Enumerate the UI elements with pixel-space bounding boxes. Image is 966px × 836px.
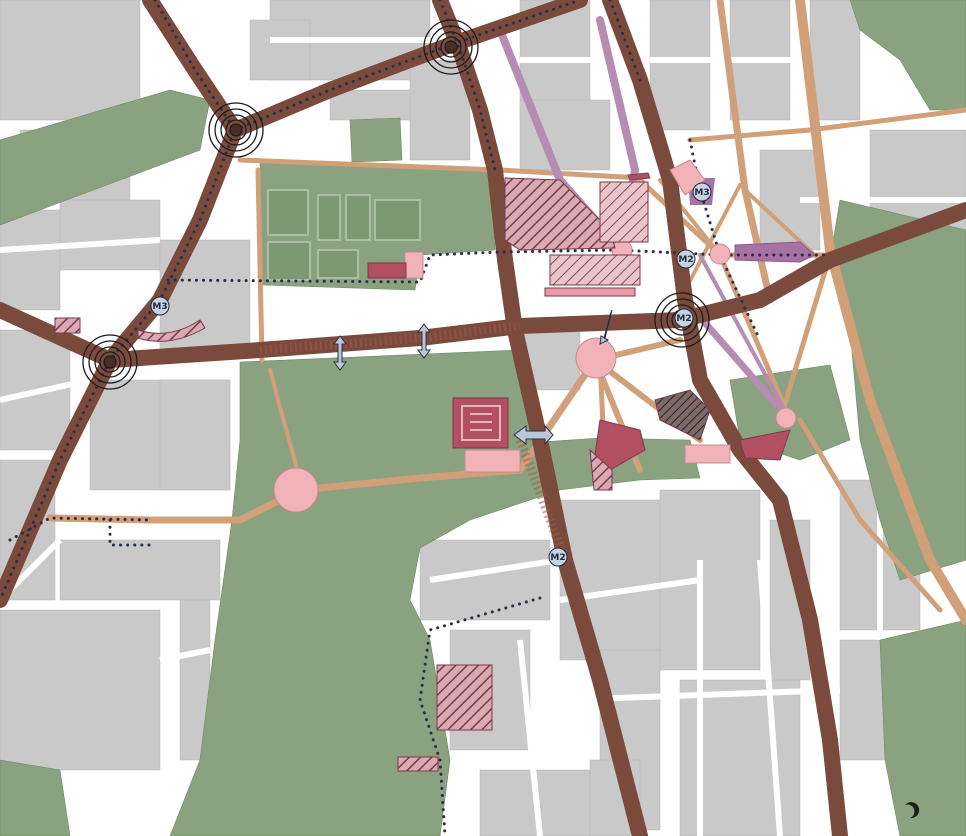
site-south-block: [436, 664, 493, 731]
urban-block: [159, 379, 231, 491]
park-north-square: [349, 117, 403, 163]
metro-station-m2-star[interactable]: M2: [676, 249, 696, 269]
urban-block: [59, 539, 221, 601]
site-north-right: [599, 181, 649, 243]
metro-station-label: M2: [550, 553, 565, 563]
metro-station-label: M3: [152, 302, 167, 312]
urban-block: [249, 19, 311, 81]
site-pink-strip: [544, 287, 636, 297]
urban-block: [0, 209, 61, 311]
urban-block: [659, 489, 761, 671]
site-north-red: [367, 262, 407, 279]
plaza-east-purple: [734, 241, 816, 263]
metro-station-m3-north[interactable]: M3: [692, 182, 712, 202]
park-southwest: [0, 759, 71, 836]
plaza-circle-east: [775, 407, 797, 429]
interchange-center: [444, 40, 458, 54]
site-small-south: [397, 756, 439, 772]
metro-station-label: M3: [694, 188, 709, 198]
metro-station-m2-node[interactable]: M2: [674, 308, 694, 328]
metro-station-m3-west[interactable]: M3: [150, 296, 170, 316]
site-center-east: [549, 254, 641, 286]
site-west-crescent: [54, 317, 81, 334]
urban-block: [0, 609, 161, 771]
metro-station-m2-south[interactable]: M2: [548, 547, 568, 567]
urban-plan-map: M3 M3 M2 M2 M2: [0, 0, 966, 836]
plaza-circle-south: [575, 337, 617, 379]
urban-block: [59, 199, 161, 271]
interchange-center: [229, 123, 243, 137]
metro-station-label: M2: [678, 255, 693, 265]
urban-block: [649, 0, 711, 131]
plaza-circle-west: [273, 467, 319, 513]
interchange-center: [103, 355, 117, 369]
urban-block: [809, 0, 861, 121]
plaza-strip-east: [684, 444, 731, 464]
plaza-node: [709, 243, 731, 265]
metro-station-label: M2: [676, 314, 691, 324]
plaza-strip-south: [464, 449, 521, 473]
urban-block: [0, 0, 141, 121]
plaza-north: [404, 251, 424, 279]
